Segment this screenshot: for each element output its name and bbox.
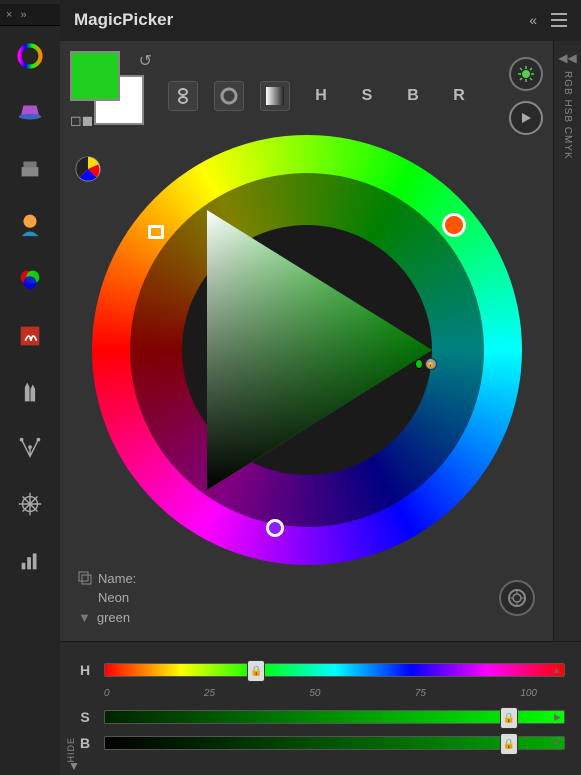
hide-arrow-icon[interactable]: ▼ bbox=[68, 759, 80, 773]
toolbar: H S B R bbox=[168, 57, 543, 135]
magicpicker-logo-icon[interactable] bbox=[8, 34, 52, 78]
hue-marker[interactable] bbox=[442, 213, 466, 237]
color-wheel-area: 🔒 bbox=[70, 135, 543, 565]
color-wheel[interactable]: 🔒 bbox=[92, 135, 522, 565]
slider-ticks: 0 25 50 75 100 bbox=[76, 688, 565, 699]
b-slider-thumb[interactable]: 🔒 bbox=[500, 733, 518, 755]
h-slider-thumb[interactable]: 🔒 bbox=[247, 660, 265, 682]
sidebar-tab-header: × » bbox=[0, 4, 60, 26]
right-collapse-icon[interactable]: ◀◀ bbox=[558, 51, 576, 65]
titlebar: MagicPicker « bbox=[60, 0, 581, 41]
h-mode-button[interactable]: H bbox=[306, 81, 336, 111]
sv-triangle[interactable] bbox=[177, 200, 437, 500]
b-slider-label: B bbox=[76, 735, 94, 751]
default-colors-icon[interactable]: ◻◼ bbox=[70, 112, 93, 129]
gem-button[interactable] bbox=[499, 580, 535, 616]
tool-portrait-icon[interactable] bbox=[8, 202, 52, 246]
tool-brushes-icon[interactable] bbox=[8, 370, 52, 414]
tool-script-icon[interactable] bbox=[8, 314, 52, 358]
color-modes-label[interactable]: RGB HSB CMYK bbox=[562, 71, 573, 160]
close-icon[interactable]: × bbox=[6, 9, 12, 21]
sliders-panel: H 🔒 ▲ 0 25 50 75 100 S 🔒 ▶ B bbox=[60, 641, 581, 775]
expand-down-icon[interactable]: ▼ bbox=[78, 608, 91, 628]
tool-chart-icon[interactable] bbox=[8, 538, 52, 582]
h-slider-label: H bbox=[76, 662, 94, 678]
panel-title: MagicPicker bbox=[74, 10, 173, 30]
menu-icon[interactable] bbox=[551, 13, 567, 27]
s-mode-button[interactable]: S bbox=[352, 81, 382, 111]
right-strip: ◀◀ RGB HSB CMYK bbox=[553, 41, 581, 642]
color-name-2: green bbox=[97, 608, 130, 628]
copy-icon[interactable] bbox=[78, 571, 92, 585]
name-label: Name: bbox=[98, 569, 136, 589]
b-mode-button[interactable]: B bbox=[398, 81, 428, 111]
collapse-icon[interactable]: « bbox=[529, 12, 537, 28]
play-button[interactable] bbox=[509, 101, 543, 135]
s-slider-arrows[interactable]: ▶ bbox=[554, 713, 561, 722]
s-slider-thumb[interactable]: 🔒 bbox=[500, 707, 518, 729]
tool-disk-icon[interactable] bbox=[8, 146, 52, 190]
tool-rgb-circles-icon[interactable] bbox=[8, 258, 52, 302]
s-slider[interactable]: 🔒 bbox=[104, 710, 565, 724]
color-name-row: Name: Neon ▼ green bbox=[70, 565, 543, 632]
b-slider[interactable]: 🔒 bbox=[104, 736, 565, 750]
s-slider-label: S bbox=[76, 709, 94, 725]
tool-sidebar: × » bbox=[0, 0, 60, 775]
tool-magic-hat-icon[interactable] bbox=[8, 90, 52, 134]
r-mode-button[interactable]: R bbox=[444, 81, 474, 111]
swatch-pair: ↺ ◻◼ bbox=[70, 51, 158, 129]
tool-helm-icon[interactable] bbox=[8, 482, 52, 526]
b-slider-arrows[interactable]: ▼ bbox=[552, 739, 561, 748]
h-slider[interactable]: 🔒 bbox=[104, 663, 565, 677]
content-area: ↺ ◻◼ H S B R bbox=[60, 41, 553, 642]
foreground-swatch[interactable] bbox=[70, 51, 120, 101]
shade-marker[interactable] bbox=[266, 519, 284, 537]
tool-pen-icon[interactable] bbox=[8, 426, 52, 470]
h-slider-arrows[interactable]: ▲ bbox=[552, 666, 561, 675]
color-name-1: Neon bbox=[78, 588, 136, 608]
hue-ring-selector[interactable] bbox=[148, 225, 164, 239]
link-button[interactable] bbox=[168, 81, 198, 111]
ring-mode-button[interactable] bbox=[214, 81, 244, 111]
main-panel: MagicPicker « ↺ ◻◼ bbox=[60, 0, 581, 775]
swap-colors-icon[interactable]: ↺ bbox=[139, 51, 152, 71]
gradient-mode-button[interactable] bbox=[260, 81, 290, 111]
expand-icon[interactable]: » bbox=[20, 9, 26, 21]
lock-indicator[interactable]: 🔒 bbox=[415, 353, 437, 375]
brightness-button[interactable] bbox=[509, 57, 543, 91]
